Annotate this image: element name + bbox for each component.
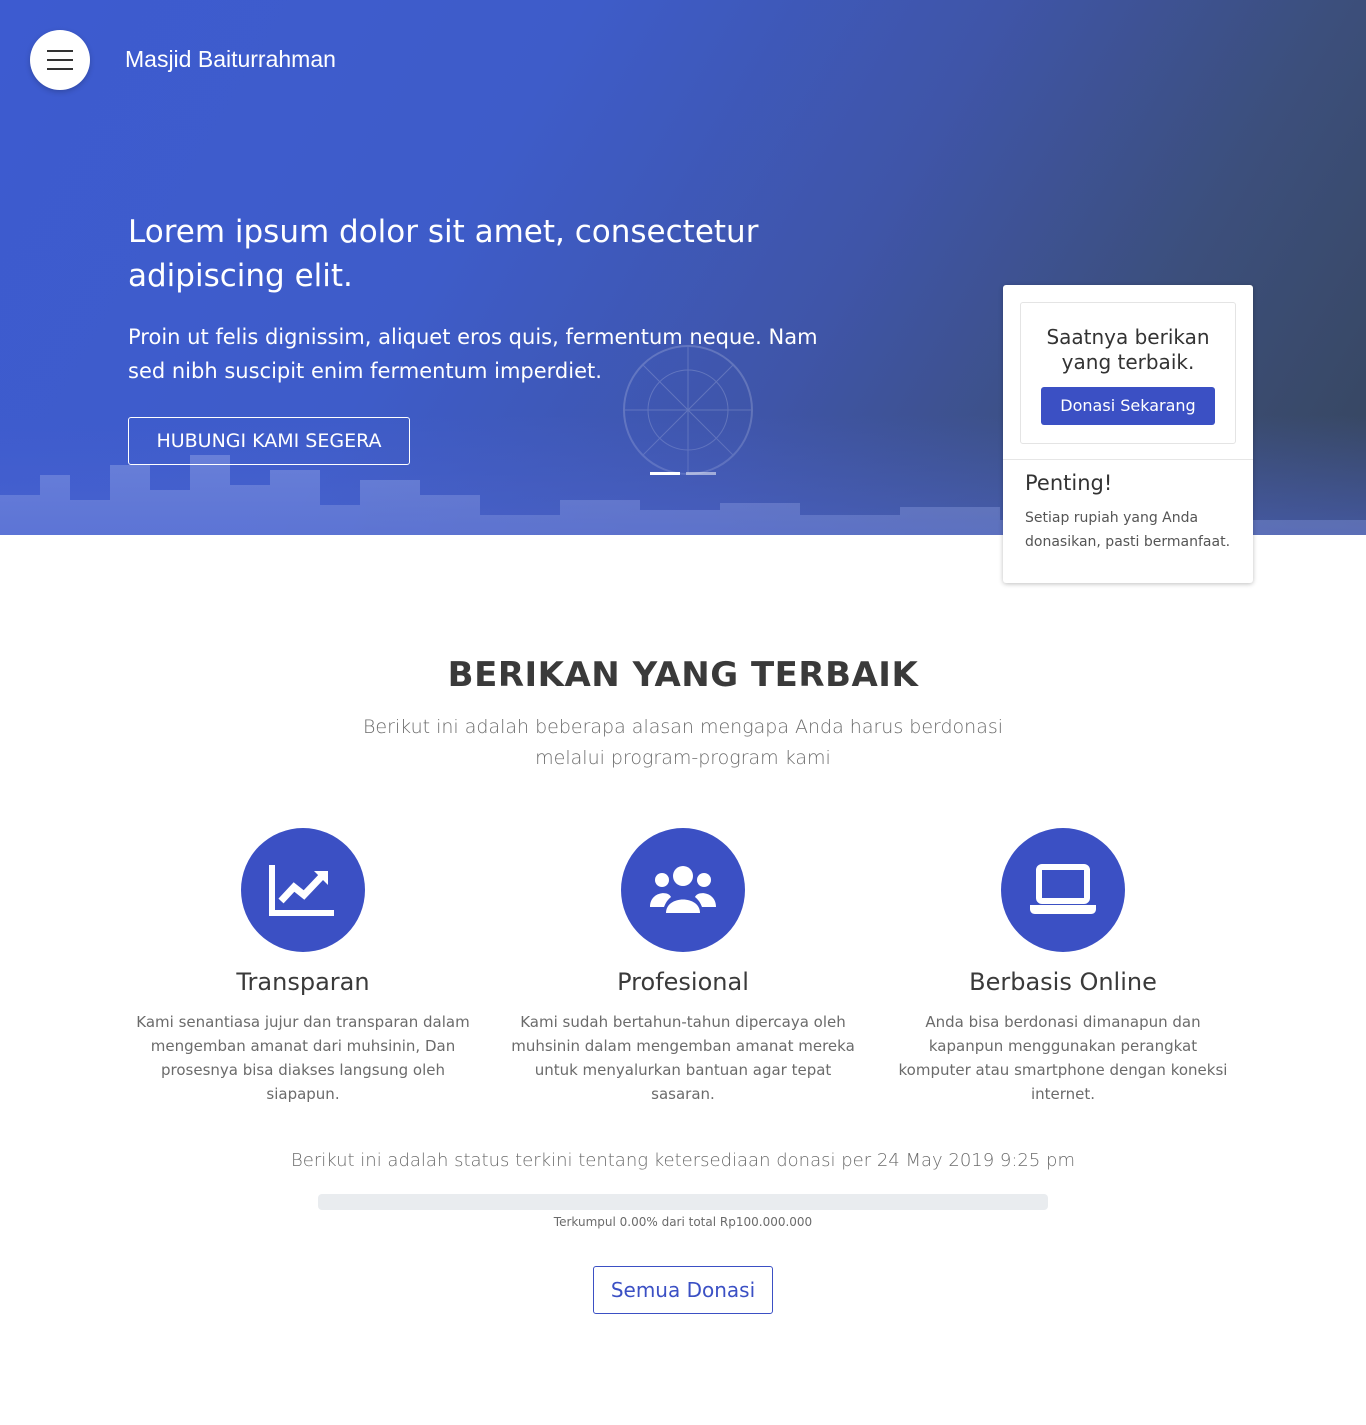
- site-brand[interactable]: Masjid Baiturrahman: [125, 46, 336, 73]
- feature-title: Berbasis Online: [969, 968, 1157, 996]
- progress-caption: Terkumpul 0.00% dari total Rp100.000.000: [553, 1215, 813, 1229]
- hamburger-menu-icon[interactable]: [30, 30, 90, 90]
- carousel-indicator-2[interactable]: [686, 472, 716, 475]
- section-subtitle: Berikut ini adalah beberapa alasan menga…: [362, 716, 1004, 769]
- donation-card: Saatnya berikan yang terbaik. Donasi Sek…: [1003, 285, 1253, 583]
- donation-question: Saatnya berikan yang terbaik.: [1046, 325, 1210, 374]
- donation-progress-bar: [318, 1194, 1048, 1210]
- hero-subtitle: Proin ut felis dignissim, aliquet eros q…: [128, 325, 818, 383]
- feature-text: Kami senantiasa jujur dan transparan dal…: [136, 1013, 470, 1103]
- feature-profesional: Profesional Kami sudah bertahun-tahun di…: [503, 828, 863, 1106]
- feature-transparan: Transparan Kami senantiasa jujur dan tra…: [123, 828, 483, 1106]
- carousel-indicator-1[interactable]: [650, 472, 680, 475]
- donation-cta-box: Saatnya berikan yang terbaik. Donasi Sek…: [1020, 302, 1236, 444]
- feature-text: Kami sudah bertahun-tahun dipercaya oleh…: [511, 1013, 855, 1103]
- carousel-indicators: [650, 462, 722, 480]
- hero-title: Lorem ipsum dolor sit amet, consectetur …: [128, 214, 759, 294]
- donation-status-text: Berikut ini adalah status terkini tentan…: [290, 1150, 1076, 1171]
- card-divider: [1003, 459, 1253, 460]
- contact-us-button[interactable]: HUBUNGI KAMI SEGERA: [128, 417, 410, 465]
- donate-now-button[interactable]: Donasi Sekarang: [1041, 387, 1215, 425]
- section-title: BERIKAN YANG TERBAIK: [447, 655, 919, 695]
- feature-title: Transparan: [236, 968, 370, 996]
- donation-card-text: Setiap rupiah yang Anda donasikan, pasti…: [1025, 510, 1231, 550]
- donation-card-heading: Penting!: [1025, 471, 1113, 495]
- feature-title: Profesional: [617, 968, 749, 996]
- users-icon: [621, 828, 745, 952]
- feature-text: Anda bisa berdonasi dimanapun dan kapanp…: [898, 1013, 1228, 1103]
- laptop-icon: [1001, 828, 1125, 952]
- feature-berbasis-online: Berbasis Online Anda bisa berdonasi dima…: [883, 828, 1243, 1106]
- chart-line-icon: [241, 828, 365, 952]
- all-donations-button[interactable]: Semua Donasi: [593, 1266, 773, 1314]
